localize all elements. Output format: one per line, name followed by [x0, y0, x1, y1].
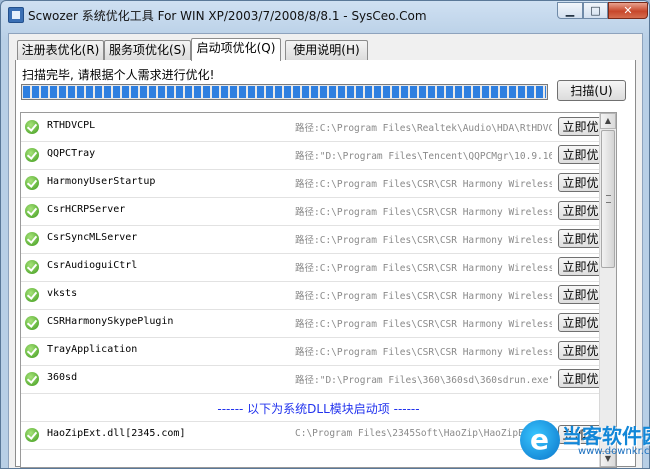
list-item: 360sd 路径:"D:\Program Files\360\360sd\360s…: [21, 365, 616, 394]
watermark-url: www.downkr.com: [578, 446, 650, 457]
check-icon: [25, 232, 39, 246]
check-icon: [25, 260, 39, 274]
check-icon: [25, 428, 39, 442]
startup-list: RTHDVCPL 路径:C:\Program Files\Realtek\Audi…: [20, 112, 617, 468]
window-title: Scwozer 系统优化工具 For WIN XP/2003/7/2008/8/…: [28, 9, 427, 23]
tab-startup[interactable]: 启动项优化(Q): [191, 38, 281, 61]
app-icon: [8, 7, 24, 23]
status-message: 扫描完毕, 请根据个人需求进行优化!: [22, 68, 215, 82]
list-item: vksts 路径:C:\Program Files\CSR\CSR Harmony…: [21, 281, 616, 310]
item-path: 路径:C:\Program Files\CSR\CSR Harmony Wire…: [295, 235, 552, 246]
progress-fill: [23, 86, 546, 98]
scan-button[interactable]: 扫描(U): [557, 80, 626, 101]
progress-bar: [21, 84, 548, 100]
item-name: CsrAudioguiCtrl: [47, 260, 138, 271]
item-path: 路径:C:\Program Files\CSR\CSR Harmony Wire…: [295, 207, 552, 218]
list-item: CsrSyncMLServer 路径:C:\Program Files\CSR\C…: [21, 225, 616, 254]
check-icon: [25, 176, 39, 190]
startup-panel: 扫描完毕, 请根据个人需求进行优化! 扫描(U) RTHDVCPL 路径:C:\P…: [15, 60, 636, 468]
item-name: TrayApplication: [47, 344, 138, 355]
app-window: Scwozer 系统优化工具 For WIN XP/2003/7/2008/8/…: [0, 0, 650, 469]
item-path: 路径:C:\Program Files\Realtek\Audio\HDA\Rt…: [295, 123, 552, 134]
list-item: TrayApplication 路径:C:\Program Files\CSR\C…: [21, 337, 616, 366]
grip-icon: [606, 195, 611, 203]
item-name: QQPCTray: [47, 148, 96, 159]
tab-registry[interactable]: 注册表优化(R): [17, 40, 104, 60]
check-icon: [25, 316, 39, 330]
check-icon: [25, 372, 39, 386]
tab-help[interactable]: 使用说明(H): [285, 40, 368, 60]
item-path: 路径:C:\Program Files\CSR\CSR Harmony Wire…: [295, 319, 552, 330]
item-name: RTHDVCPL: [47, 120, 96, 131]
scroll-thumb[interactable]: [601, 130, 615, 268]
check-icon: [25, 288, 39, 302]
check-icon: [25, 148, 39, 162]
tab-services[interactable]: 服务项优化(S): [104, 40, 191, 60]
item-name: HarmonyUserStartup: [47, 176, 156, 187]
client-area: 注册表优化(R) 服务项优化(S) 启动项优化(Q) 使用说明(H) 扫描完毕,…: [8, 33, 643, 468]
list-item: CsrHCRPServer 路径:C:\Program Files\CSR\CSR…: [21, 197, 616, 226]
list-item: CsrAudioguiCtrl 路径:C:\Program Files\CSR\C…: [21, 253, 616, 282]
item-name: 360sd: [47, 372, 78, 383]
list-item: QQPCTray 路径:"D:\Program Files\Tencent\QQP…: [21, 141, 616, 170]
check-icon: [25, 120, 39, 134]
check-icon: [25, 344, 39, 358]
maximize-button[interactable]: □: [583, 2, 608, 19]
item-name: CsrHCRPServer: [47, 204, 126, 215]
watermark-logo: 当客软件园 www.downkr.com: [520, 418, 650, 468]
watermark-title: 当客软件园: [562, 424, 650, 448]
list-item: HarmonyUserStartup 路径:C:\Program Files\CS…: [21, 169, 616, 198]
close-button[interactable]: ✕: [608, 2, 648, 19]
item-path: 路径:"D:\Program Files\Tencent\QQPCMgr\10.…: [295, 151, 552, 162]
item-path: 路径:"D:\Program Files\360\360sd\360sdrun.…: [295, 375, 552, 386]
item-path: C:\Program Files\2345Soft\HaoZip\HaoZipE…: [295, 428, 547, 439]
item-name: CsrSyncMLServer: [47, 232, 138, 243]
list-item: CSRHarmonySkypePlugin 路径:C:\Program Files…: [21, 309, 616, 338]
check-icon: [25, 204, 39, 218]
item-name: HaoZipExt.dll[2345.com]: [47, 428, 186, 439]
item-path: 路径:C:\Program Files\CSR\CSR Harmony Wire…: [295, 291, 552, 302]
scroll-up-arrow-icon[interactable]: ▲: [600, 113, 616, 129]
list-item: RTHDVCPL 路径:C:\Program Files\Realtek\Audi…: [21, 113, 616, 142]
item-path: 路径:C:\Program Files\CSR\CSR Harmony Wire…: [295, 263, 552, 274]
item-path: 路径:C:\Program Files\CSR\CSR Harmony Wire…: [295, 179, 552, 190]
list-scrollbar[interactable]: ▲ ▼: [599, 113, 616, 467]
item-name: vksts: [47, 288, 78, 299]
watermark-e-icon: [520, 420, 560, 460]
item-path: 路径:C:\Program Files\CSR\CSR Harmony Wire…: [295, 347, 552, 358]
dll-separator-label: ------ 以下为系统DLL模块启动项 ------: [217, 402, 420, 416]
item-name: CSRHarmonySkypePlugin: [47, 316, 174, 327]
title-bar[interactable]: Scwozer 系统优化工具 For WIN XP/2003/7/2008/8/…: [1, 1, 649, 27]
minimize-button[interactable]: ▁: [557, 2, 583, 19]
